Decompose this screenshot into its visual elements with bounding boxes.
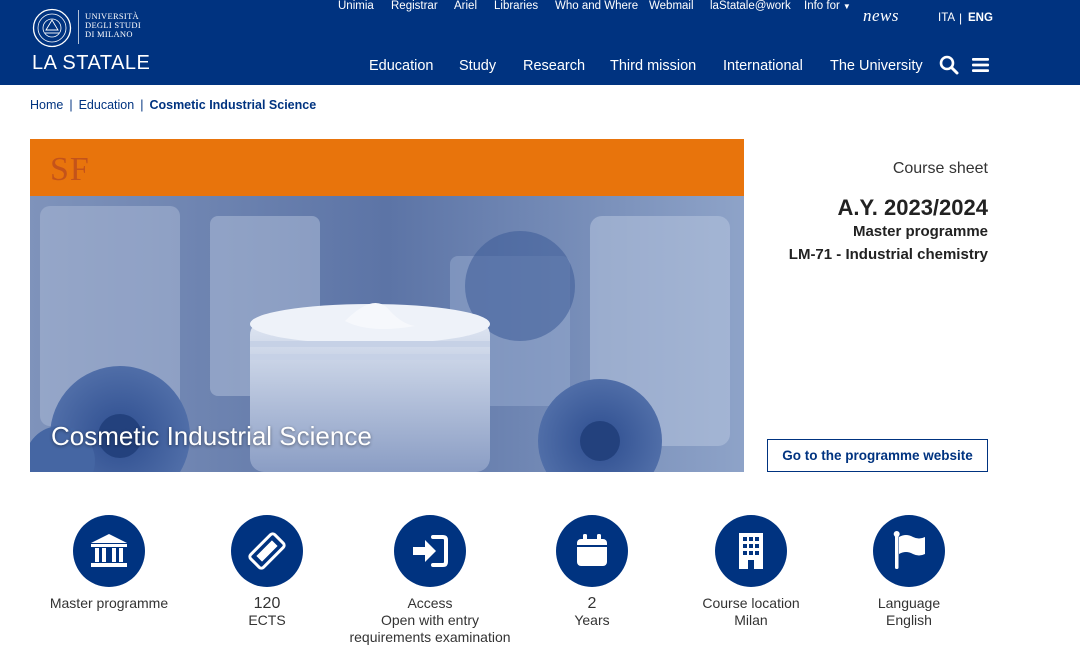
location-value: Milan: [734, 612, 768, 628]
programme-type: Master programme: [852, 223, 988, 240]
top-link-ariel[interactable]: Ariel: [454, 0, 477, 12]
info-label: Master programme: [24, 595, 194, 612]
duration-value: 2: [587, 595, 597, 612]
info-label: Access Open with entry requirements exam…: [345, 595, 515, 646]
info-duration: 2 Years: [507, 515, 677, 629]
institution-icon-circle: [73, 515, 145, 587]
course-sheet-label: Course sheet: [892, 160, 988, 177]
academic-year: A.Y. 2023/2024: [837, 195, 988, 220]
top-link-webmail[interactable]: Webmail: [649, 0, 694, 12]
language-label: Language: [877, 595, 941, 611]
search-icon[interactable]: [939, 55, 959, 75]
nav-the-university[interactable]: The University: [830, 58, 923, 74]
ects-label: ECTS: [248, 612, 286, 628]
calendar-icon: [577, 534, 607, 566]
nav-third-mission[interactable]: Third mission: [610, 58, 696, 74]
nav-research[interactable]: Research: [523, 58, 585, 74]
breadcrumb-home[interactable]: Home: [30, 98, 63, 112]
logo-line-3: DI MILANO: [85, 29, 133, 39]
ects-value: 120: [253, 595, 281, 612]
info-degree-type-text: Master programme: [49, 595, 169, 611]
nav-education[interactable]: Education: [369, 58, 434, 74]
breadcrumb-education[interactable]: Education: [79, 98, 135, 112]
top-link-info-for[interactable]: Info for ▼: [804, 0, 851, 12]
building-icon: [739, 533, 763, 569]
breadcrumb: Home | Education | Cosmetic Industrial Scien…: [30, 98, 316, 112]
university-seal-icon[interactable]: [32, 8, 72, 48]
breadcrumb-separator: |: [140, 98, 144, 112]
programme-website-button[interactable]: Go to the programme website: [767, 439, 988, 472]
building-icon-circle: [715, 515, 787, 587]
access-detail-1: Open with entry: [380, 612, 480, 628]
top-link-libraries[interactable]: Libraries: [494, 0, 538, 12]
language-value: English: [886, 612, 932, 628]
duration-label: Years: [574, 612, 610, 628]
site-header: UNIVERSITÀ DEGLI STUDI DI MILANO LA STAT…: [0, 0, 1080, 85]
course-sheet-info: Course sheet A.Y. 2023/2024 Master progr…: [728, 160, 988, 263]
location-label: Course location: [702, 595, 800, 611]
caret-down-icon: ▼: [842, 2, 851, 11]
info-location: Course location Milan: [666, 515, 836, 629]
top-link-who-and-where[interactable]: Who and Where: [555, 0, 638, 12]
language-separator: |: [959, 11, 963, 25]
info-label: Language English: [824, 595, 994, 629]
logo-divider: [78, 10, 79, 44]
info-degree-type: Master programme: [24, 515, 194, 612]
breadcrumb-separator: |: [69, 98, 73, 112]
breadcrumb-current: Cosmetic Industrial Science: [149, 98, 317, 112]
sign-in-icon-circle: [394, 515, 466, 587]
hero-badge: SF: [50, 151, 90, 188]
top-link-registrar[interactable]: Registrar: [391, 0, 438, 12]
access-label: Access: [407, 595, 453, 611]
university-name[interactable]: UNIVERSITÀ DEGLI STUDI DI MILANO: [85, 12, 141, 39]
info-label: 120 ECTS: [182, 595, 352, 629]
sign-in-icon: [413, 535, 448, 567]
info-access: Access Open with entry requirements exam…: [345, 515, 515, 646]
top-link-lastatale-work[interactable]: laStatale@work: [710, 0, 791, 12]
degree-class: LM-71 - Industrial chemistry: [788, 246, 988, 263]
nav-study[interactable]: Study: [459, 58, 496, 74]
info-for-label: Info for: [804, 0, 840, 12]
language-eng[interactable]: ENG: [968, 12, 993, 24]
la-statale-wordmark[interactable]: LA STATALE: [32, 52, 150, 75]
institution-icon: [91, 534, 127, 567]
info-label: 2 Years: [507, 595, 677, 629]
ticket-icon-circle: [231, 515, 303, 587]
hero-banner: SF Cosmetic Industrial Science: [30, 139, 744, 472]
info-language: Language English: [824, 515, 994, 629]
info-label: Course location Milan: [666, 595, 836, 629]
access-detail-2: requirements examination: [349, 629, 511, 645]
hero-color-band: [30, 139, 744, 196]
language-ita[interactable]: ITA: [938, 12, 955, 24]
flag-icon: [893, 531, 925, 569]
calendar-icon-circle: [556, 515, 628, 587]
news-link[interactable]: news: [863, 6, 899, 26]
top-link-unimia[interactable]: Unimia: [338, 0, 374, 12]
info-ects: 120 ECTS: [182, 515, 352, 629]
flag-icon-circle: [873, 515, 945, 587]
hamburger-menu-icon[interactable]: [971, 55, 991, 75]
nav-international[interactable]: International: [723, 58, 803, 74]
course-title: Cosmetic Industrial Science: [51, 421, 372, 451]
ticket-icon: [248, 532, 286, 570]
